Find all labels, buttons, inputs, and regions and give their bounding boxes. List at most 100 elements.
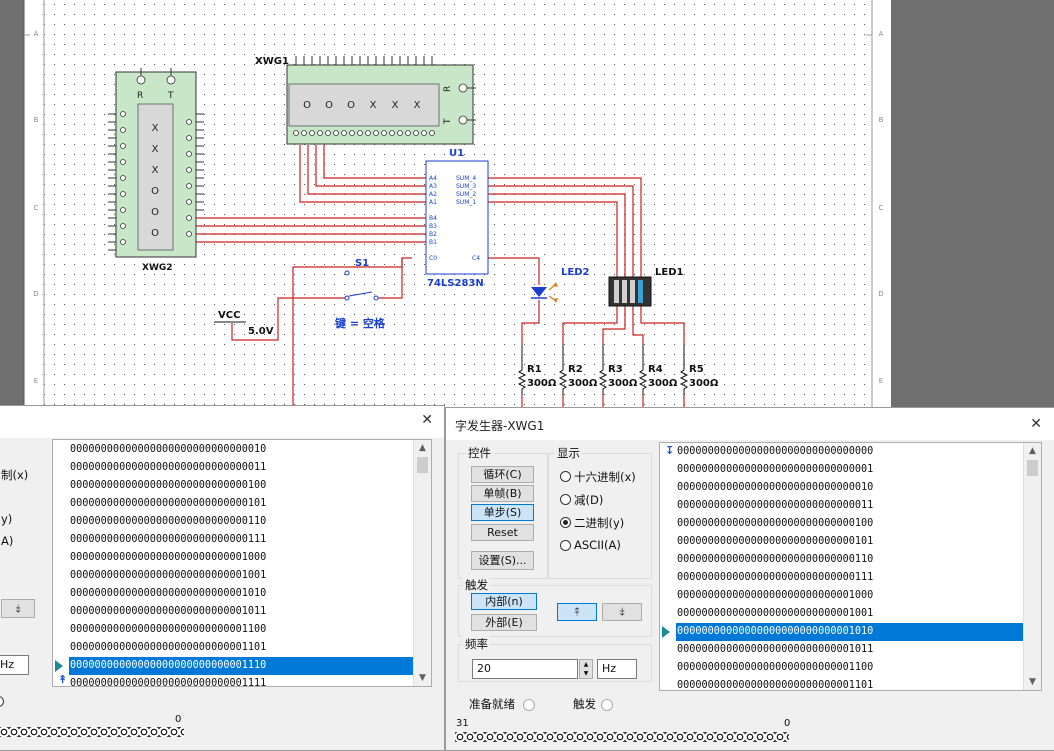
word-generator-dialog-xwg1: 字发生器-XWG1 ✕ 控件 循环(C) 单帧(B) 单步(S) Reset 设… [445,407,1054,751]
led1-label: LED1 [655,267,684,278]
scroll-down-icon[interactable]: ▼ [414,670,431,686]
word-row[interactable]: 00000000000000000000000000000110 [70,513,266,531]
word-row-selected[interactable]: 00000000000000000000000000001110 [69,657,415,675]
output-pin-row[interactable] [455,732,789,742]
hex-radio-label[interactable]: 十六进制(x) [574,469,636,485]
switch-key-label: 键 = 空格 [334,316,386,330]
cursor-marker-icon [662,626,670,638]
scroll-thumb[interactable] [1027,460,1038,476]
left-dialog-titlebar[interactable] [0,406,444,438]
dec-radio-label[interactable]: 减(D) [574,492,603,508]
u1-pin-label: B1 [429,239,437,246]
ascii-radio[interactable] [560,540,571,551]
border-mark: D [33,290,38,298]
led2-label: LED2 [561,267,590,278]
u1-pin-label: B2 [429,231,437,238]
xwg1-t-label: T [443,118,453,125]
xwg1-bit: O [303,100,311,111]
scroll-up-icon[interactable]: ▲ [414,440,431,456]
xwg1-bit: O [347,100,355,111]
frequency-input[interactable]: 20 [472,659,578,679]
binary-radio-label[interactable]: 二进制(y) [574,515,624,531]
xwg2-word-generator[interactable]: R T X X X O O O XWG2 [108,68,204,273]
left-word-list[interactable]: 00000000000000000000000000000010 0000000… [52,439,432,687]
dialog-titlebar[interactable]: 字发生器-XWG1 [446,408,1054,440]
word-row[interactable]: 00000000000000000000000000001000 [70,549,266,567]
frequency-unit-select[interactable]: Hz [597,659,637,679]
word-row[interactable]: 00000000000000000000000000000011 [70,459,266,477]
xwg1-bit: O [325,100,333,111]
xwg1-word-generator[interactable]: XWG1 O O O X X X R T [255,56,476,145]
trigger-indicator [601,699,613,711]
word-row[interactable]: 00000000000000000000000000001001 [70,567,266,585]
word-row[interactable]: 00000000000000000000000000000000 [677,443,873,461]
display-group-label: 显示 [555,445,582,461]
word-row[interactable]: 00000000000000000000000000001011 [70,603,266,621]
word-row[interactable]: 00000000000000000000000000001000 [677,587,873,605]
word-row[interactable]: 00000000000000000000000000001101 [677,677,873,690]
close-icon[interactable]: ✕ [1030,416,1042,432]
u1-pin-label: B3 [429,223,437,230]
resistor-name: R5 [689,364,704,375]
hex-radio[interactable] [560,471,571,482]
ascii-radio-label[interactable]: ASCII(A) [574,538,621,552]
word-row[interactable]: 00000000000000000000000000000111 [70,531,266,549]
word-row[interactable]: 00000000000000000000000000000110 [677,551,873,569]
word-row[interactable]: 00000000000000000000000000000001 [677,461,873,479]
scroll-thumb[interactable] [417,457,428,473]
word-list-scrollbar[interactable]: ▲ ▼ [1023,443,1041,690]
initial-marker-icon: ↟ [58,673,68,686]
close-icon[interactable]: ✕ [421,412,433,428]
word-row[interactable]: 00000000000000000000000000000010 [677,479,873,497]
word-row[interactable]: 00000000000000000000000000001101 [70,639,266,657]
settings-button[interactable]: 设置(S)... [471,551,534,570]
cycle-button[interactable]: 循环(C) [471,466,534,483]
word-row[interactable]: 00000000000000000000000000000010 [70,441,266,459]
u1-pin-label: A3 [429,183,437,190]
word-row[interactable]: 00000000000000000000000000001010 [70,585,266,603]
reset-button[interactable]: Reset [471,524,534,541]
xwg1-bit: X [414,100,421,111]
resistor-name: R3 [608,364,623,375]
falling-edge-button[interactable]: ⤈ [602,603,642,621]
word-row[interactable]: 00000000000000000000000000001111 [70,675,266,686]
frequency-spinner[interactable]: ▲ ▼ [579,659,593,679]
word-row[interactable]: 00000000000000000000000000001001 [677,605,873,623]
binary-radio[interactable] [560,517,571,528]
scroll-down-icon[interactable]: ▼ [1024,674,1041,690]
word-row[interactable]: 00000000000000000000000000001100 [677,659,873,677]
border-mark: B [34,116,39,124]
initial-marker-icon: ↧ [665,444,675,457]
word-list[interactable]: 00000000000000000000000000000000 0000000… [659,442,1042,691]
word-row[interactable]: 00000000000000000000000000000100 [677,515,873,533]
step-button[interactable]: 单步(S) [471,504,534,521]
border-mark: A [34,30,39,38]
word-row[interactable]: 00000000000000000000000000000101 [70,495,266,513]
word-row[interactable]: 00000000000000000000000000001100 [70,621,266,639]
left-list-scrollbar[interactable]: ▲ ▼ [413,440,431,686]
u1-adder-chip[interactable]: U1 74LS283N A4 A3 A2 A1 B4 B3 B2 B1 C0 S… [425,148,489,289]
word-row[interactable]: 00000000000000000000000000001011 [677,641,873,659]
rising-edge-button[interactable]: ⤉ [557,603,597,621]
left-freq-unit-field[interactable]: Hz [0,655,29,675]
left-partial-label: A) [1,534,14,548]
burst-button[interactable]: 单帧(B) [471,485,534,502]
internal-trigger-button[interactable]: 内部(n) [471,593,537,610]
left-word-generator-dialog: ✕ 制(x) y) A) ⤈ Hz 0 00000000000000000000… [0,405,445,751]
u1-pin-label: SUM_4 [456,175,476,182]
u1-pin-label: A2 [429,191,437,198]
word-row[interactable]: 00000000000000000000000000000100 [70,477,266,495]
scroll-up-icon[interactable]: ▲ [1024,443,1041,459]
ready-indicator [523,699,535,711]
word-row[interactable]: 00000000000000000000000000000101 [677,533,873,551]
dec-radio[interactable] [560,494,571,505]
left-trigger-falling-button[interactable]: ⤈ [1,599,35,618]
external-trigger-button[interactable]: 外部(E) [471,614,537,631]
ready-label: 准备就绪 [469,697,515,711]
u1-pin-label: B4 [429,215,437,222]
word-row-selected[interactable]: 00000000000000000000000000001010 [676,623,1025,641]
word-row[interactable]: 00000000000000000000000000000011 [677,497,873,515]
xwg2-bit: X [152,165,159,176]
word-row[interactable]: 00000000000000000000000000000111 [677,569,873,587]
resistor-value: 300Ω [689,378,719,389]
